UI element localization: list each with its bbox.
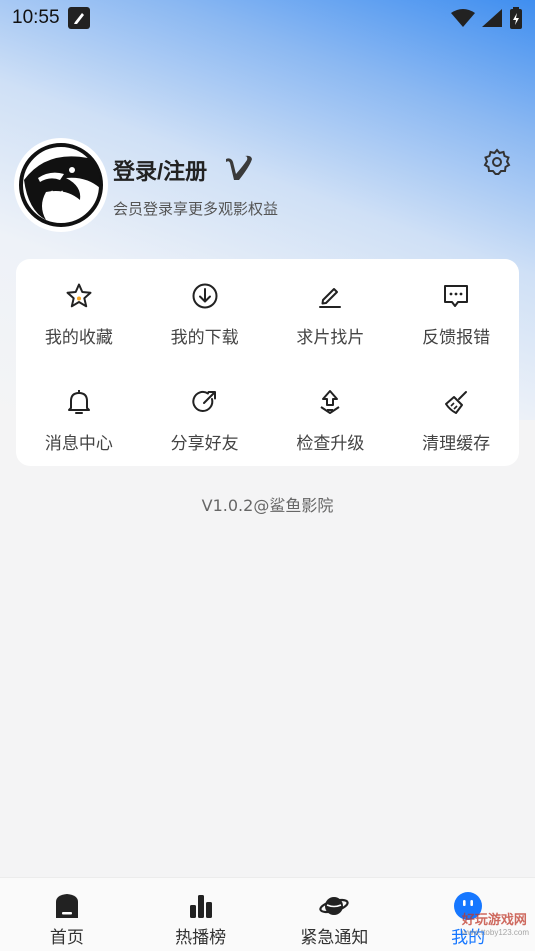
notepad-status-icon [67, 7, 90, 29]
pencil-icon [315, 281, 345, 311]
tab-hot-list[interactable]: 热播榜 [134, 878, 268, 951]
tab-home[interactable]: 首页 [0, 878, 134, 951]
login-register-link[interactable]: 登录/注册 [113, 154, 207, 186]
menu-item-label: 我的下载 [170, 328, 239, 348]
tab-label: 热播榜 [175, 928, 227, 948]
planet-icon [319, 891, 350, 921]
menu-item-label: 清理缓存 [422, 434, 491, 454]
upload-icon [315, 387, 345, 417]
star-icon [64, 281, 94, 311]
signal-icon [482, 9, 502, 27]
menu-item-favorites[interactable]: 我的收藏 [16, 259, 142, 363]
download-icon [190, 281, 220, 311]
menu-item-label: 分享好友 [170, 434, 239, 454]
menu-item-messages[interactable]: 消息中心 [16, 363, 142, 466]
menu-item-clear-cache[interactable]: 清理缓存 [393, 363, 519, 466]
gear-icon[interactable] [483, 148, 511, 176]
menu-item-feedback[interactable]: 反馈报错 [393, 259, 519, 363]
status-time: 10:55 [12, 7, 60, 28]
avatar[interactable] [16, 140, 106, 230]
battery-icon [510, 7, 522, 29]
menu-item-label: 检查升级 [296, 434, 365, 454]
profile-section: 登录/注册 会员登录享更多观影权益 [16, 140, 519, 232]
tab-label: 首页 [49, 928, 84, 948]
status-right-icons [451, 7, 523, 29]
tab-label: 紧急通知 [300, 928, 369, 948]
menu-card: 我的收藏 我的下载 求片找片 反馈报错 消息中心 分享好友 检查升级 清理缓存 [16, 259, 519, 466]
menu-item-share[interactable]: 分享好友 [142, 363, 268, 466]
menu-item-label: 求片找片 [296, 328, 365, 348]
watermark-text: 好玩游戏网 [461, 912, 527, 927]
wifi-icon [451, 9, 475, 27]
bell-icon [64, 387, 94, 417]
home-icon [52, 891, 82, 921]
shark-logo-icon [18, 142, 104, 228]
status-bar: 10:55 [0, 0, 535, 36]
menu-item-label: 反馈报错 [422, 328, 491, 348]
bar-chart-icon [186, 891, 216, 921]
menu-item-request-movie[interactable]: 求片找片 [268, 259, 394, 363]
share-icon [190, 387, 220, 417]
tab-urgent-notice[interactable]: 紧急通知 [268, 878, 402, 951]
bottom-tab-bar: 首页 热播榜 紧急通知 我的 好玩游戏网 www.ttoby123.com [0, 877, 535, 951]
chat-bubble-icon [441, 281, 471, 311]
menu-item-label: 消息中心 [44, 434, 113, 454]
menu-item-check-update[interactable]: 检查升级 [268, 363, 394, 466]
watermark-url: www.ttoby123.com [461, 928, 529, 937]
site-watermark: 好玩游戏网 www.ttoby123.com [462, 909, 529, 937]
menu-item-label: 我的收藏 [44, 328, 113, 348]
version-text: V1.0.2@鲨鱼影院 [201, 496, 334, 515]
vip-v-icon [226, 155, 252, 180]
login-subtitle: 会员登录享更多观影权益 [113, 200, 279, 218]
menu-item-downloads[interactable]: 我的下载 [142, 259, 268, 363]
broom-icon [441, 387, 471, 417]
